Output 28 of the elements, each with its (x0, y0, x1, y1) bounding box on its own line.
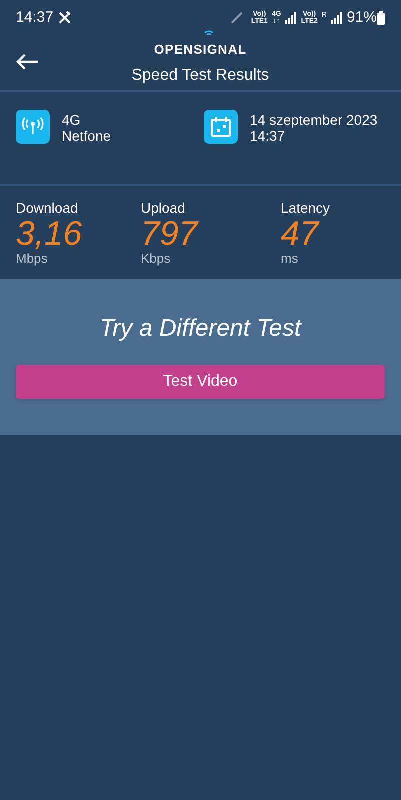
battery-percent: 91% (346, 8, 377, 28)
test-time: 14:37 (250, 128, 286, 144)
network-type: 4G (62, 112, 82, 128)
metric-label: Download (16, 200, 80, 216)
status-time: 14:37 (16, 8, 54, 28)
metric-value: 3,16 (16, 216, 84, 252)
signal-bars-icon (330, 12, 343, 24)
signal-waves-icon (204, 30, 214, 37)
calendar-icon (204, 110, 238, 144)
antenna-icon (16, 110, 50, 144)
carrier-name: Netfone (62, 128, 112, 144)
page-title: Speed Test Results (132, 66, 270, 86)
metric-unit: Mbps (16, 252, 49, 266)
metric-value: 47 (281, 216, 320, 252)
metric-unit: Kbps (141, 252, 172, 266)
metric-label: Upload (141, 200, 186, 216)
metric-unit: ms (281, 252, 300, 266)
test-date: 14 szeptember 2023 (250, 112, 378, 128)
pen-icon (231, 12, 244, 24)
signal-bars-icon (285, 12, 298, 24)
crossed-tools-icon (58, 11, 72, 25)
test-video-button[interactable]: Test Video (16, 365, 385, 399)
app-logo: OPENSIGNAL (154, 42, 247, 57)
metric-value: 797 (141, 216, 200, 252)
metric-label: Latency (281, 200, 332, 216)
battery-icon (377, 11, 385, 25)
promo-title: Try a Different Test (100, 314, 302, 344)
back-arrow-icon[interactable] (16, 54, 40, 70)
